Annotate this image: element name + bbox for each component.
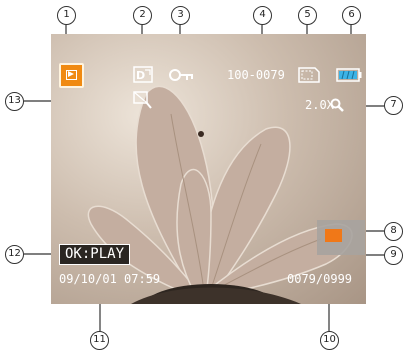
play-mode-icon <box>59 63 84 88</box>
battery-icon <box>336 68 362 82</box>
memory-card-icon <box>298 67 320 83</box>
key-lock-icon <box>169 69 193 81</box>
callout-13: 13 <box>5 92 24 111</box>
dpof-icon: D <box>133 66 153 83</box>
callout-8: 8 <box>384 222 403 241</box>
ok-play-label: OK:PLAY <box>59 244 131 265</box>
callout-6: 6 <box>342 6 361 25</box>
svg-text:D: D <box>136 69 145 82</box>
callout-10: 10 <box>320 331 339 350</box>
callout-11: 11 <box>90 331 109 350</box>
callout-12: 12 <box>5 245 24 264</box>
callout-5: 5 <box>298 6 317 25</box>
date-time: 09/10/01 07:59 <box>59 272 161 286</box>
no-image-icon <box>133 91 152 109</box>
callout-3: 3 <box>171 6 190 25</box>
image-counter: 0079/0999 <box>287 272 353 286</box>
callout-7: 7 <box>384 96 403 115</box>
callout-1: 1 <box>57 6 76 25</box>
magnifier-icon <box>330 98 344 112</box>
callout-9: 9 <box>384 246 403 265</box>
file-number: 100-0079 <box>227 68 285 82</box>
callout-2: 2 <box>133 6 152 25</box>
camera-lcd-screen: D 100-0079 2.0X OK:PLAY 09/10/01 07:59 0… <box>51 34 366 304</box>
callout-4: 4 <box>253 6 272 25</box>
zoom-view-area <box>325 229 342 242</box>
